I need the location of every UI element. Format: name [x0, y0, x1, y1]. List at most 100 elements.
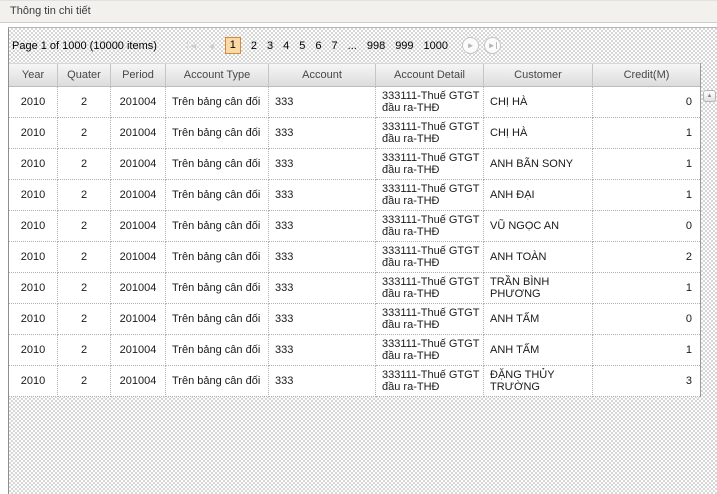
cell-account: 333 — [269, 304, 376, 335]
pager-page-5[interactable]: 5 — [299, 40, 305, 52]
cell-account: 333 — [269, 366, 376, 397]
table-row: 20102201004Trên bảng cân đối333333111-Th… — [9, 180, 700, 211]
cell-year: 2010 — [9, 149, 58, 180]
pager-page-998[interactable]: 998 — [367, 40, 385, 52]
cell-account: 333 — [269, 335, 376, 366]
pager-ellipsis: ... — [348, 40, 357, 52]
cell-year: 2010 — [9, 304, 58, 335]
cell-quater: 2 — [58, 118, 111, 149]
column-header-customer[interactable]: Customer — [484, 64, 593, 86]
cell-year: 2010 — [9, 273, 58, 304]
pager-page-999[interactable]: 999 — [395, 40, 413, 52]
grid-header-row: YearQuaterPeriodAccount TypeAccountAccou… — [9, 63, 700, 87]
cell-credit: 0 — [593, 304, 700, 335]
table-row: 20102201004Trên bảng cân đối333333111-Th… — [9, 304, 700, 335]
last-page-button[interactable]: ► — [484, 37, 501, 54]
cell-quater: 2 — [58, 87, 111, 118]
table-row: 20102201004Trên bảng cân đối333333111-Th… — [9, 149, 700, 180]
cell-quater: 2 — [58, 180, 111, 211]
cell-account-type: Trên bảng cân đối — [166, 118, 269, 149]
cell-quater: 2 — [58, 366, 111, 397]
table-row: 20102201004Trên bảng cân đối333333111-Th… — [9, 242, 700, 273]
last-page-arrow-icon: ► — [488, 41, 496, 50]
cell-account-detail: 333111-Thuế GTGT đầu ra-THĐ — [376, 366, 484, 397]
cell-customer: CHỊ HÀ — [484, 118, 593, 149]
column-header-credit-m[interactable]: Credit(M) — [593, 64, 700, 86]
cell-quater: 2 — [58, 335, 111, 366]
cell-account: 333 — [269, 273, 376, 304]
cell-account: 333 — [269, 211, 376, 242]
cell-quater: 2 — [58, 149, 111, 180]
pager: Page 1 of 1000 (10000 items) ◄ ◄ 1234567… — [9, 28, 717, 63]
pager-page-7[interactable]: 7 — [332, 40, 338, 52]
table-row: 20102201004Trên bảng cân đối333333111-Th… — [9, 335, 700, 366]
next-page-button[interactable]: ► — [462, 37, 479, 54]
cell-account-detail: 333111-Thuế GTGT đầu ra-THĐ — [376, 180, 484, 211]
table-row: 20102201004Trên bảng cân đối333333111-Th… — [9, 211, 700, 242]
cell-account-type: Trên bảng cân đối — [166, 87, 269, 118]
cell-quater: 2 — [58, 242, 111, 273]
cell-year: 2010 — [9, 335, 58, 366]
pager-page-1000[interactable]: 1000 — [424, 40, 448, 52]
cell-credit: 1 — [593, 118, 700, 149]
cell-account-detail: 333111-Thuế GTGT đầu ra-THĐ — [376, 335, 484, 366]
cell-customer: ANH TẤM — [484, 335, 593, 366]
cell-credit: 3 — [593, 366, 700, 397]
column-header-account[interactable]: Account — [269, 64, 376, 86]
table-row: 20102201004Trên bảng cân đối333333111-Th… — [9, 273, 700, 304]
cell-account-type: Trên bảng cân đối — [166, 273, 269, 304]
cell-account-detail: 333111-Thuế GTGT đầu ra-THĐ — [376, 211, 484, 242]
cell-account: 333 — [269, 242, 376, 273]
column-header-account-detail[interactable]: Account Detail — [376, 64, 484, 86]
cell-quater: 2 — [58, 211, 111, 242]
cell-year: 2010 — [9, 366, 58, 397]
prev-page-arrow-icon: ◄ — [207, 41, 216, 51]
pager-page-4[interactable]: 4 — [283, 40, 289, 52]
cell-account-detail: 333111-Thuế GTGT đầu ra-THĐ — [376, 273, 484, 304]
cell-credit: 1 — [593, 149, 700, 180]
next-page-arrow-icon: ► — [467, 41, 475, 50]
cell-account-detail: 333111-Thuế GTGT đầu ra-THĐ — [376, 87, 484, 118]
cell-account-detail: 333111-Thuế GTGT đầu ra-THĐ — [376, 118, 484, 149]
cell-credit: 0 — [593, 211, 700, 242]
dialog-title: Thông tin chi tiết — [10, 5, 91, 17]
pager-page-2[interactable]: 2 — [251, 40, 257, 52]
grid-body: 20102201004Trên bảng cân đối333333111-Th… — [9, 87, 700, 397]
cell-account-type: Trên bảng cân đối — [166, 211, 269, 242]
cell-period: 201004 — [111, 335, 166, 366]
cell-customer: CHỊ HÀ — [484, 87, 593, 118]
pager-page-1[interactable]: 1 — [225, 37, 241, 54]
cell-customer: TRẦN BÌNH PHƯƠNG — [484, 273, 593, 304]
pager-pages: 1234567... 998 999 1000 — [225, 37, 448, 54]
column-header-year[interactable]: Year — [9, 64, 58, 86]
cell-period: 201004 — [111, 366, 166, 397]
cell-account-type: Trên bảng cân đối — [166, 149, 269, 180]
cell-period: 201004 — [111, 149, 166, 180]
cell-quater: 2 — [58, 304, 111, 335]
column-header-quater[interactable]: Quater — [58, 64, 111, 86]
cell-year: 2010 — [9, 242, 58, 273]
cell-customer: ANH BÃN SONY — [484, 149, 593, 180]
cell-year: 2010 — [9, 118, 58, 149]
pager-status: Page 1 of 1000 (10000 items) — [12, 40, 157, 52]
column-header-account-type[interactable]: Account Type — [166, 64, 269, 86]
cell-customer: ANH TOÀN — [484, 242, 593, 273]
cell-account-detail: 333111-Thuế GTGT đầu ra-THĐ — [376, 304, 484, 335]
scroll-up-button[interactable]: ▲ — [703, 90, 716, 102]
last-page-bar-icon — [496, 42, 497, 49]
cell-credit: 1 — [593, 273, 700, 304]
cell-credit: 1 — [593, 180, 700, 211]
cell-period: 201004 — [111, 242, 166, 273]
cell-year: 2010 — [9, 211, 58, 242]
cell-customer: ANH ĐẠI — [484, 180, 593, 211]
cell-credit: 2 — [593, 242, 700, 273]
first-page-arrow-icon: ◄ — [189, 41, 198, 51]
column-header-period[interactable]: Period — [111, 64, 166, 86]
cell-credit: 0 — [593, 87, 700, 118]
pager-page-6[interactable]: 6 — [315, 40, 321, 52]
cell-quater: 2 — [58, 273, 111, 304]
cell-account: 333 — [269, 180, 376, 211]
cell-credit: 1 — [593, 335, 700, 366]
cell-account-type: Trên bảng cân đối — [166, 180, 269, 211]
pager-page-3[interactable]: 3 — [267, 40, 273, 52]
